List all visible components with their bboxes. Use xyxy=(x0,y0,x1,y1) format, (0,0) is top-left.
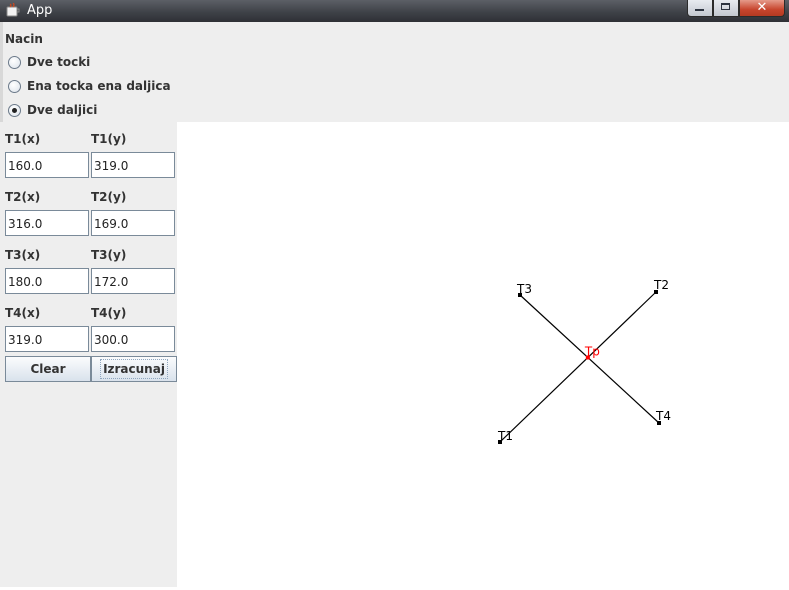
point-t3-label: T3 xyxy=(516,282,532,296)
close-button[interactable]: ✕ xyxy=(739,0,785,17)
t1x-label: T1(x) xyxy=(5,132,41,146)
java-app-icon xyxy=(6,3,20,17)
t3x-field[interactable]: 180.0 xyxy=(5,268,89,294)
t3y-label: T3(y) xyxy=(91,248,127,262)
radio-dve-daljici[interactable]: Dve daljici xyxy=(8,102,97,118)
clear-button-label: Clear xyxy=(30,362,66,376)
point-t2-label: T2 xyxy=(653,278,669,292)
intersection-label: Tp xyxy=(584,345,600,359)
minimize-button[interactable] xyxy=(687,0,713,17)
t2y-field[interactable]: 169.0 xyxy=(91,210,175,236)
drawing-svg: T1 T2 T3 T4 Tp xyxy=(497,278,671,444)
method-panel: Nacin Dve tocki Ena tocka ena daljica Dv… xyxy=(0,22,789,122)
t4x-label: T4(x) xyxy=(5,306,41,320)
t2x-field[interactable]: 316.0 xyxy=(5,210,89,236)
t1y-field[interactable]: 319.0 xyxy=(91,152,175,178)
compute-button-label: Izracunaj xyxy=(100,359,168,379)
radio-dve-daljici-label: Dve daljici xyxy=(27,103,98,117)
t4x-field[interactable]: 319.0 xyxy=(5,326,89,352)
t3x-label: T3(x) xyxy=(5,248,41,262)
t1x-field[interactable]: 160.0 xyxy=(5,152,89,178)
window-title-bar[interactable]: App ✕ xyxy=(0,0,789,22)
compute-button[interactable]: Izracunaj xyxy=(91,356,177,382)
radio-dve-daljici-circle[interactable] xyxy=(8,103,21,117)
radio-ena-tocka-ena-daljica[interactable]: Ena tocka ena daljica xyxy=(8,78,171,94)
coordinates-panel: T1(x) T1(y) 160.0 319.0 T2(x) T2(y) 316.… xyxy=(0,122,177,587)
radio-dve-tocki-label: Dve tocki xyxy=(27,55,91,69)
window-title: App xyxy=(27,3,53,18)
radio-dve-tocki[interactable]: Dve tocki xyxy=(8,54,90,70)
point-t1-label: T1 xyxy=(497,429,513,443)
drawing-canvas[interactable]: T1 T2 T3 T4 Tp xyxy=(177,122,789,587)
method-label: Nacin xyxy=(5,32,43,46)
t4y-field[interactable]: 300.0 xyxy=(91,326,175,352)
maximize-icon xyxy=(721,3,730,10)
t2y-label: T2(y) xyxy=(91,190,127,204)
radio-ena-tocka-circle[interactable] xyxy=(8,79,21,93)
radio-dve-tocki-circle[interactable] xyxy=(8,55,21,69)
t3y-field[interactable]: 172.0 xyxy=(91,268,175,294)
t4y-label: T4(y) xyxy=(91,306,127,320)
t1y-label: T1(y) xyxy=(91,132,127,146)
radio-ena-tocka-label: Ena tocka ena daljica xyxy=(27,79,171,93)
close-icon: ✕ xyxy=(756,0,768,15)
segment-t1-t2 xyxy=(499,291,657,443)
point-t4-label: T4 xyxy=(655,409,671,423)
maximize-button[interactable] xyxy=(713,0,739,17)
clear-button[interactable]: Clear xyxy=(5,356,91,382)
t2x-label: T2(x) xyxy=(5,190,41,204)
minimize-icon xyxy=(695,9,704,11)
